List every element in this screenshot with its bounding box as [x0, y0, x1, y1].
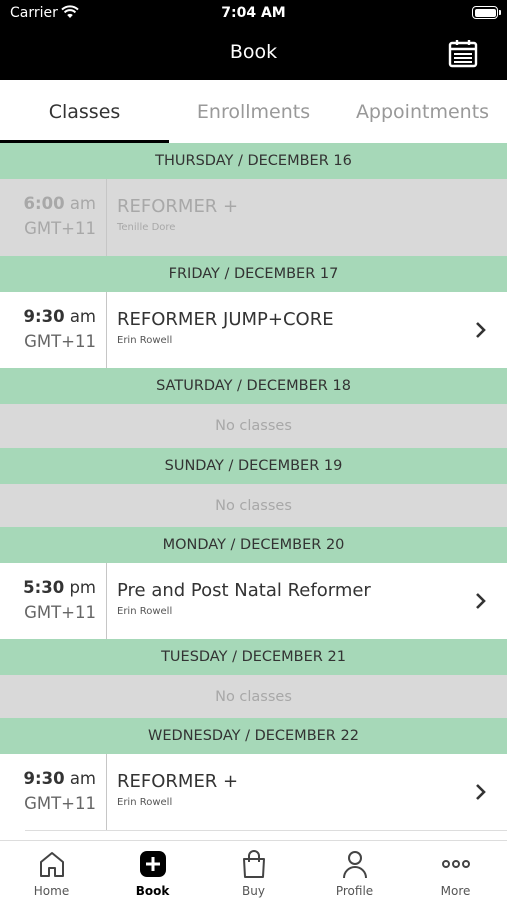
class-name: Pre and Post Natal Reformer [117, 580, 371, 601]
tab-classes[interactable]: Classes [0, 80, 169, 143]
tab-enrollments[interactable]: Enrollments [169, 80, 338, 143]
segment-tabs: Classes Enrollments Appointments [0, 80, 507, 143]
day-header: FRIDAY / DECEMBER 17 [0, 256, 507, 292]
no-classes-row: No classes [0, 404, 507, 448]
tab-buy-label: Buy [242, 884, 265, 898]
class-start-time: 6:00 [23, 194, 65, 213]
tab-home[interactable]: Home [1, 841, 102, 900]
plus-square-icon [140, 851, 166, 877]
battery-icon [472, 6, 501, 19]
class-teacher: Erin Rowell [117, 335, 173, 346]
tab-profile[interactable]: Profile [304, 841, 405, 900]
shopping-bag-icon [243, 850, 265, 878]
class-start-time: 9:30 [23, 769, 65, 788]
no-classes-row: No classes [0, 675, 507, 719]
class-teacher: Tenille Dore [117, 222, 176, 233]
tab-book-label: Book [135, 884, 170, 898]
chevron-right-icon[interactable] [475, 592, 487, 610]
calendar-icon[interactable] [447, 37, 479, 69]
class-timezone: GMT+11 [24, 794, 96, 813]
tab-more[interactable]: More [405, 841, 506, 900]
class-ampm: am [69, 307, 96, 326]
day-header: THURSDAY / DECEMBER 16 [0, 143, 507, 179]
tab-home-label: Home [33, 884, 70, 898]
day-header: SUNDAY / DECEMBER 19 [0, 448, 507, 484]
class-start-time: 5:30 [23, 578, 65, 597]
person-icon [343, 851, 367, 879]
more-dots-icon [442, 860, 470, 868]
class-name: REFORMER + [117, 771, 239, 792]
day-header: TUESDAY / DECEMBER 21 [0, 639, 507, 675]
class-time: 9:30 am GMT+11 [0, 292, 107, 369]
day-header: WEDNESDAY / DECEMBER 22 [0, 718, 507, 754]
class-time: 5:30 pm GMT+11 [0, 563, 107, 640]
bottom-tab-bar: Home Book Buy Profile More [0, 840, 507, 900]
class-ampm: am [69, 769, 96, 788]
tab-appointments[interactable]: Appointments [338, 80, 507, 143]
class-row[interactable]: 5:30 pm GMT+11 Pre and Post Natal Reform… [0, 563, 507, 640]
tab-book[interactable]: Book [102, 841, 203, 900]
page-title: Book [229, 41, 278, 63]
no-classes-row: No classes [0, 484, 507, 528]
class-row: 6:00 am GMT+11 REFORMER + Tenille Dore [0, 179, 507, 256]
tab-buy[interactable]: Buy [203, 841, 304, 900]
nav-bar: Book [0, 28, 507, 80]
class-timezone: GMT+11 [24, 219, 96, 238]
class-start-time: 9:30 [23, 307, 65, 326]
clock: 7:04 AM [221, 5, 286, 21]
class-time: 6:00 am GMT+11 [0, 179, 107, 256]
day-header: MONDAY / DECEMBER 20 [0, 527, 507, 563]
tab-profile-label: Profile [335, 884, 374, 898]
class-ampm: pm [69, 578, 96, 597]
class-name: REFORMER + [117, 196, 239, 217]
class-name: REFORMER JUMP+CORE [117, 309, 334, 330]
class-teacher: Erin Rowell [117, 606, 173, 617]
day-header: SATURDAY / DECEMBER 18 [0, 368, 507, 404]
class-teacher: Erin Rowell [117, 797, 173, 808]
class-row[interactable]: 9:30 am GMT+11 REFORMER JUMP+CORE Erin R… [0, 292, 507, 369]
class-time: 9:30 am GMT+11 [0, 754, 107, 831]
status-bar: Carrier 7:04 AM [0, 0, 507, 28]
chevron-right-icon[interactable] [475, 321, 487, 339]
class-timezone: GMT+11 [24, 332, 96, 351]
class-row[interactable]: 9:30 am GMT+11 REFORMER + Erin Rowell [0, 754, 507, 831]
home-icon [40, 852, 64, 877]
list-divider [25, 830, 507, 831]
chevron-right-icon[interactable] [475, 783, 487, 801]
tab-more-label: More [440, 884, 471, 898]
class-timezone: GMT+11 [24, 603, 96, 622]
class-ampm: am [69, 194, 96, 213]
